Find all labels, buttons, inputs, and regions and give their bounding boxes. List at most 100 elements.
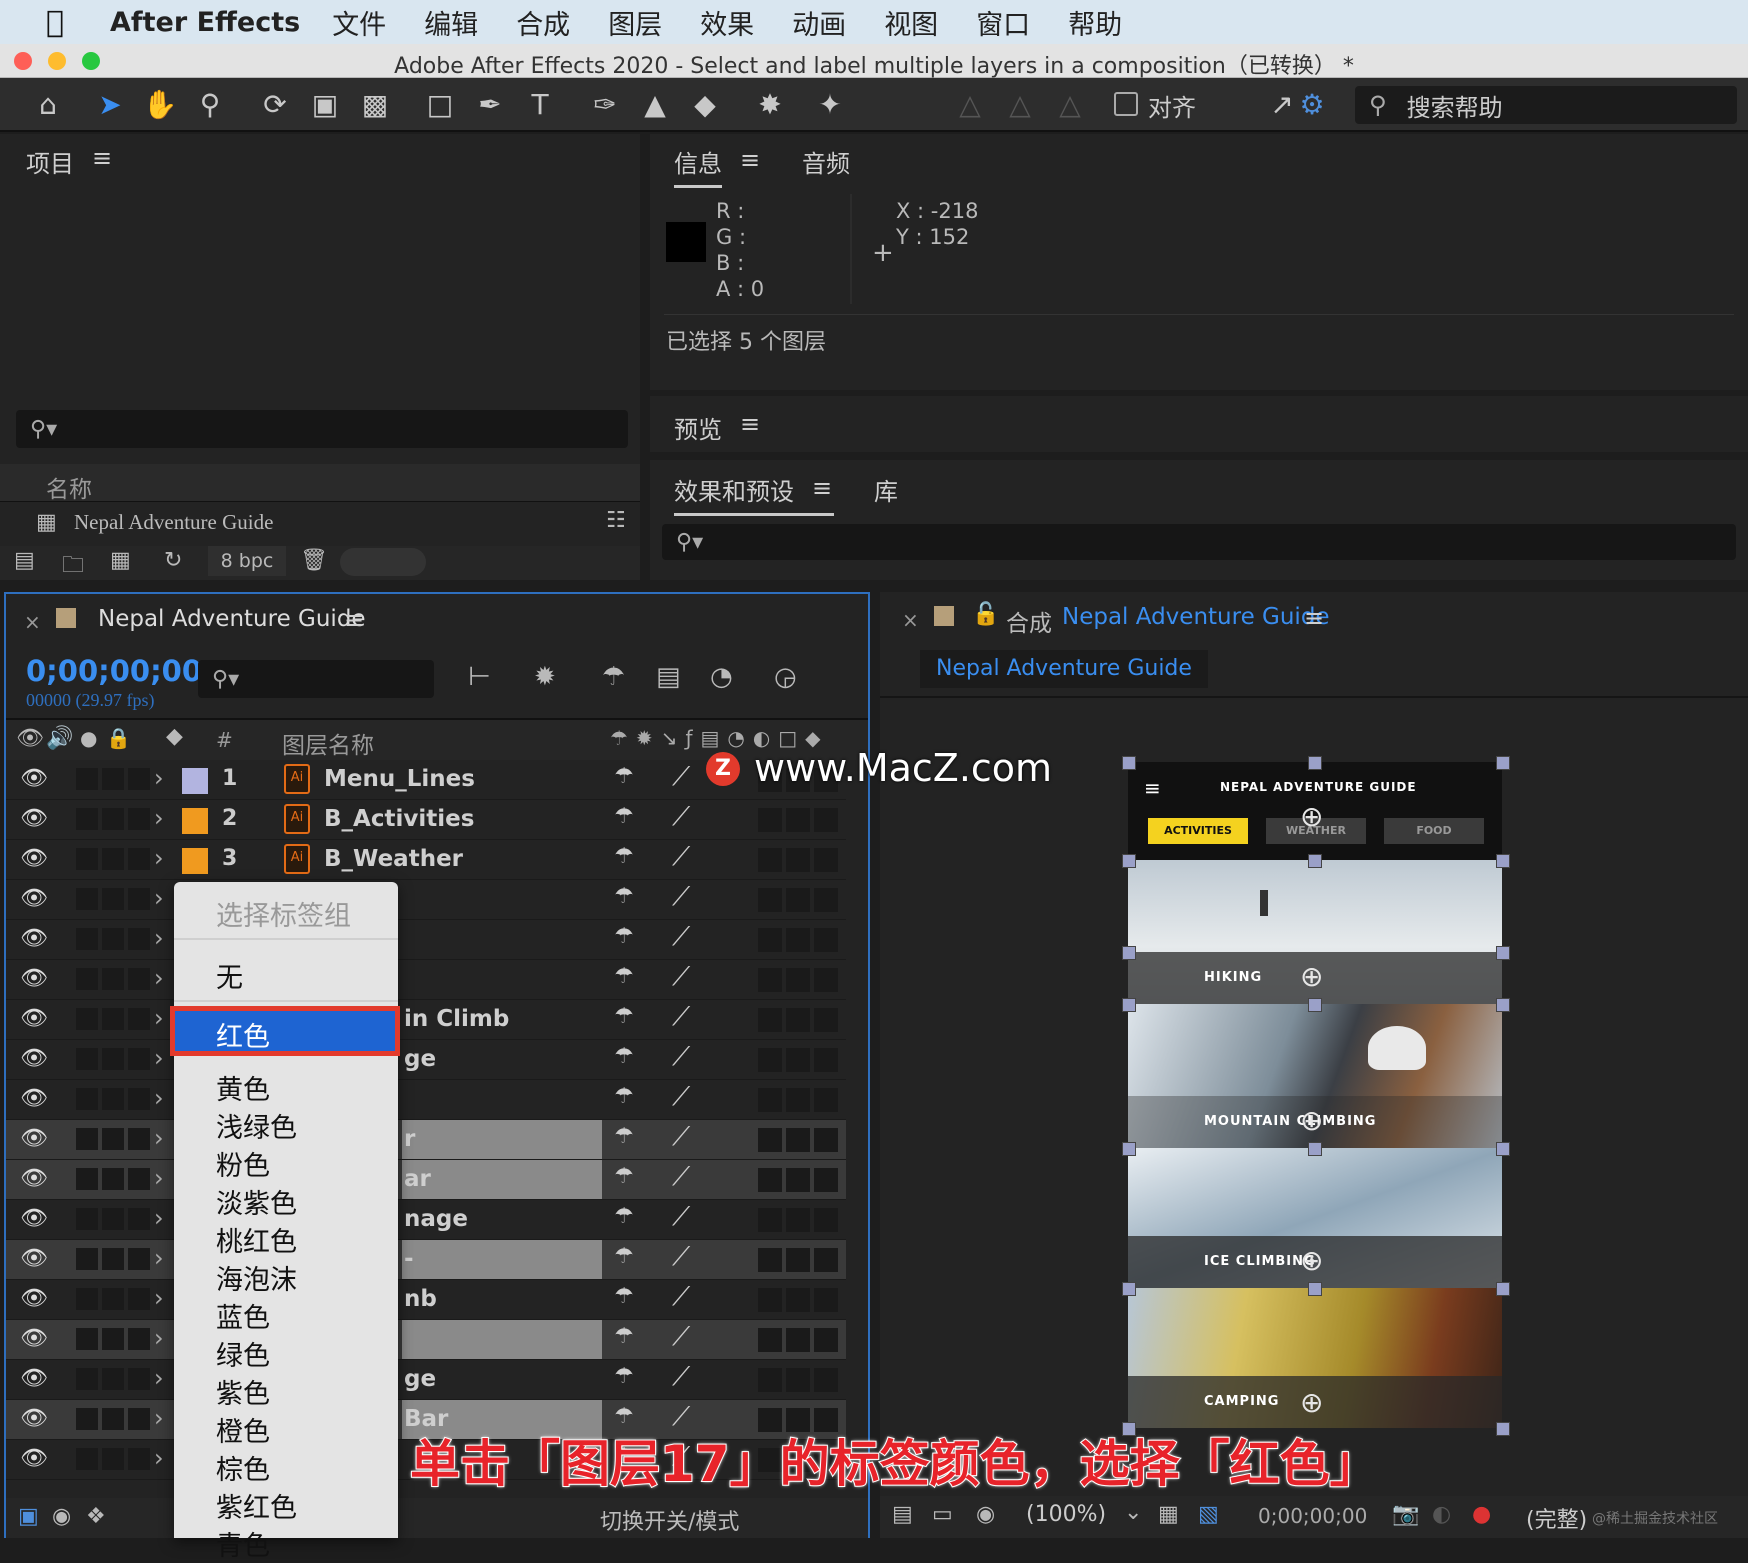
shy-switch-icon[interactable]: ☂ xyxy=(614,844,634,869)
expand-chevron-icon[interactable]: › xyxy=(154,1084,164,1112)
solo-toggle[interactable] xyxy=(102,1288,124,1310)
shy-switch-icon[interactable]: ☂ xyxy=(614,1044,634,1069)
transform-handle[interactable] xyxy=(1308,1142,1322,1156)
eye-icon[interactable]: 👁 xyxy=(20,1006,48,1031)
transform-handle[interactable] xyxy=(1122,946,1136,960)
layer-name-partial[interactable]: ge xyxy=(404,1046,436,1072)
column-name-header[interactable]: 名称 xyxy=(46,470,92,504)
current-time[interactable]: 0;00;00;00 xyxy=(26,654,202,688)
quality-switch-icon[interactable]: ⟋ xyxy=(672,882,690,913)
lock-toggle[interactable] xyxy=(128,1208,150,1230)
3d-layer-switch[interactable] xyxy=(814,1168,838,1192)
adjustment-switch[interactable] xyxy=(786,1168,810,1192)
lock-toggle[interactable] xyxy=(128,1248,150,1270)
lock-toggle[interactable] xyxy=(128,1288,150,1310)
lock-toggle[interactable] xyxy=(128,968,150,990)
new-folder-icon[interactable]: 🗀 xyxy=(62,548,84,586)
expand-chevron-icon[interactable]: › xyxy=(154,764,164,792)
label-color-swatch[interactable] xyxy=(182,808,208,834)
adjustment-switch[interactable] xyxy=(786,928,810,952)
motion-blur-switch[interactable] xyxy=(758,1288,782,1312)
selection-tool-icon[interactable]: ➤ xyxy=(90,84,130,124)
adjustment-switch[interactable] xyxy=(786,888,810,912)
motion-blur-switch[interactable] xyxy=(758,968,782,992)
menu-view[interactable]: 视图 xyxy=(884,3,938,42)
adjustment-switch[interactable] xyxy=(786,1128,810,1152)
lock-toggle[interactable] xyxy=(128,1368,150,1390)
audio-toggle[interactable] xyxy=(76,1408,98,1430)
solo-toggle[interactable] xyxy=(102,1128,124,1150)
audio-toggle[interactable] xyxy=(76,808,98,830)
motion-blur-switch[interactable] xyxy=(758,1248,782,1272)
tab-effects-presets[interactable]: 效果和预设 xyxy=(674,472,834,516)
lock-toggle[interactable] xyxy=(128,1088,150,1110)
layer-row[interactable]: 👁 › ☂ ⟋ xyxy=(6,1120,846,1160)
adjustment-switch[interactable] xyxy=(786,848,810,872)
eye-icon[interactable]: 👁 xyxy=(20,886,48,911)
solo-toggle[interactable] xyxy=(102,1048,124,1070)
video-visibility-icon[interactable]: 👁 xyxy=(16,726,44,751)
3d-layer-switch[interactable] xyxy=(814,1288,838,1312)
adjustment-switch[interactable] xyxy=(786,1208,810,1232)
home-icon[interactable]: ⌂ xyxy=(28,84,68,124)
expand-chevron-icon[interactable]: › xyxy=(154,1044,164,1072)
adjustment-switch[interactable] xyxy=(786,1328,810,1352)
lock-toggle[interactable] xyxy=(128,1328,150,1350)
clone-stamp-tool-icon[interactable]: ▲ xyxy=(635,84,675,124)
close-tab-icon[interactable]: × xyxy=(24,610,41,634)
menu-item-label-color[interactable]: 紫红色 xyxy=(216,1486,297,1525)
solo-toggle[interactable] xyxy=(102,1368,124,1390)
transform-handle[interactable] xyxy=(1496,1142,1510,1156)
eye-icon[interactable]: 👁 xyxy=(20,926,48,951)
3d-layer-switch[interactable] xyxy=(814,1088,838,1112)
3d-layer-switch[interactable] xyxy=(814,1248,838,1272)
3d-layer-switch[interactable] xyxy=(814,848,838,872)
pan-behind-tool-icon[interactable]: ▩ xyxy=(355,84,395,124)
layer-row[interactable]: 👁 › ☂ ⟋ xyxy=(6,880,846,920)
layer-name-partial[interactable]: r xyxy=(404,1126,415,1152)
lock-toggle[interactable] xyxy=(128,808,150,830)
solo-toggle[interactable] xyxy=(102,968,124,990)
panel-menu-icon[interactable]: ≡ xyxy=(344,606,364,634)
new-composition-icon[interactable]: ▦ xyxy=(110,548,131,573)
expand-chevron-icon[interactable]: › xyxy=(154,1404,164,1432)
layer-row[interactable]: 👁 › ☂ ⟋ xyxy=(6,1240,846,1280)
workspace-icon[interactable]: ⚙ xyxy=(1292,84,1332,124)
eraser-tool-icon[interactable]: ◆ xyxy=(685,84,725,124)
adjustment-switch[interactable] xyxy=(786,968,810,992)
motion-blur-switch[interactable] xyxy=(758,1008,782,1032)
transform-handle[interactable] xyxy=(1308,756,1322,770)
minimize-window-button[interactable] xyxy=(48,52,66,70)
shy-switch-icon[interactable]: ☂ xyxy=(614,1084,634,1109)
3d-layer-switch[interactable] xyxy=(814,1328,838,1352)
expand-chevron-icon[interactable]: › xyxy=(154,1364,164,1392)
motion-blur-switch[interactable] xyxy=(758,1088,782,1112)
lock-toggle[interactable] xyxy=(128,1128,150,1150)
expand-chevron-icon[interactable]: › xyxy=(154,964,164,992)
show-snapshot-icon[interactable]: ◐ xyxy=(1432,1502,1451,1527)
motion-blur-switch[interactable] xyxy=(758,888,782,912)
shy-layers-icon[interactable]: ☂ xyxy=(602,662,625,692)
panel-menu-icon[interactable]: ≡ xyxy=(812,474,832,502)
adjustment-switch[interactable] xyxy=(786,1048,810,1072)
comp-label-swatch[interactable] xyxy=(934,606,954,626)
solo-toggle[interactable] xyxy=(102,1448,124,1470)
layer-name-partial[interactable]: nage xyxy=(404,1206,468,1232)
lock-toggle[interactable] xyxy=(128,888,150,910)
expand-chevron-icon[interactable]: › xyxy=(154,1124,164,1152)
solo-toggle[interactable] xyxy=(102,1248,124,1270)
in-out-icon[interactable]: ❖ xyxy=(86,1504,106,1529)
menu-item-label-color[interactable]: 绿色 xyxy=(216,1334,270,1373)
transfer-controls-icon[interactable]: ◉ xyxy=(52,1504,71,1529)
label-tag-icon[interactable]: ◆ xyxy=(166,724,183,749)
eye-icon[interactable]: 👁 xyxy=(20,1246,48,1271)
comp-breadcrumb-tab[interactable]: Nepal Adventure Guide xyxy=(920,650,1208,688)
lock-toggle[interactable] xyxy=(128,1408,150,1430)
layer-row[interactable]: 👁 › ☂ ⟋ xyxy=(6,1080,846,1120)
eye-icon[interactable]: 👁 xyxy=(20,1046,48,1071)
expand-chevron-icon[interactable]: › xyxy=(154,1004,164,1032)
lock-toggle[interactable] xyxy=(128,1448,150,1470)
lock-toggle[interactable] xyxy=(128,1048,150,1070)
layer-search-input[interactable]: ⚲▾ xyxy=(198,660,434,698)
menu-item-label-color[interactable]: 粉色 xyxy=(216,1144,270,1183)
